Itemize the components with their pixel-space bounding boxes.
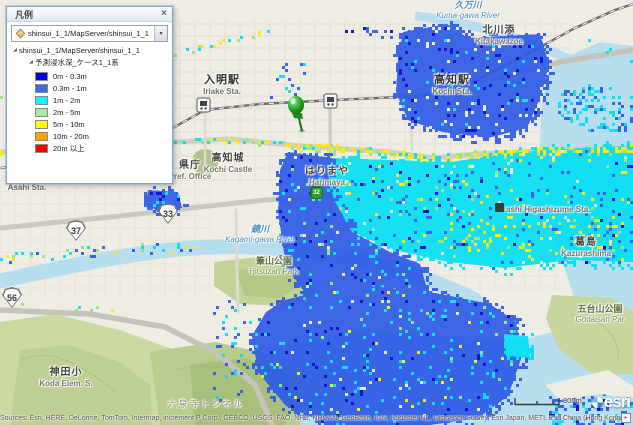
- legend-label: 0.3m - 1m: [53, 84, 87, 93]
- legend-swatch: [35, 84, 48, 93]
- legend-panel: 凡例 × shinsui_1_1/MapServer/shinsui_1_1 ▾…: [6, 6, 173, 184]
- attribution-text: Sources: Esri, HERE, DeLorme, TomTom, In…: [0, 415, 620, 425]
- legend-swatch: [35, 144, 48, 153]
- tree-expander-icon[interactable]: ◢: [27, 59, 35, 65]
- tree-sublayer-label: 予測浸水深_ケース1_1系: [35, 57, 119, 68]
- legend-label: 2m - 5m: [53, 108, 81, 117]
- legend-titlebar: 凡例 ×: [7, 7, 172, 22]
- legend-tree-sublayer: ◢ 予測浸水深_ケース1_1系: [7, 56, 172, 68]
- legend-tree-root: ◢ shinsui_1_1/MapServer/shinsui_1_1: [7, 44, 172, 56]
- legend-swatch: [35, 72, 48, 81]
- layer-selector-value: shinsui_1_1/MapServer/shinsui_1_1: [28, 29, 154, 38]
- legend-item: 10m - 20m: [35, 130, 172, 142]
- legend-item: 0.3m - 1m: [35, 82, 172, 94]
- station-icon-iriake: [197, 98, 210, 112]
- esri-logo: esri: [592, 392, 630, 412]
- legend-title: 凡例: [15, 8, 33, 21]
- legend-swatch: [35, 132, 48, 141]
- layer-selector[interactable]: shinsui_1_1/MapServer/shinsui_1_1 ▾: [11, 25, 168, 42]
- scale-label: 800m: [563, 396, 582, 405]
- chevron-down-icon[interactable]: ▾: [154, 26, 167, 41]
- legend-item: 5m - 10m: [35, 118, 172, 130]
- tree-expander-icon[interactable]: ◢: [11, 47, 19, 53]
- tree-root-label: shinsui_1_1/MapServer/shinsui_1_1: [19, 46, 140, 55]
- esri-globe-icon: [592, 397, 603, 408]
- scale-bar: 800m: [514, 396, 582, 406]
- legend-label: 5m - 10m: [53, 120, 85, 129]
- legend-item-list: 0m - 0.3m 0.3m - 1m 1m - 2m 2m - 5m 5m - 10m…: [7, 68, 172, 154]
- legend-item: 20m 以上: [35, 142, 172, 154]
- legend-label: 20m 以上: [53, 143, 85, 154]
- map-canvas[interactable]: 入明駅Iriake Sta.高知駅Kochi Sta.久万川Kuma-gawa …: [0, 0, 633, 425]
- layers-icon: [12, 30, 28, 37]
- station-icon-kochi: [324, 94, 337, 108]
- legend-label: 1m - 2m: [53, 96, 81, 105]
- legend-label: 0m - 0.3m: [53, 72, 87, 81]
- close-icon[interactable]: ×: [161, 9, 167, 19]
- legend-swatch: [35, 96, 48, 105]
- legend-swatch: [35, 120, 48, 129]
- legend-item: 0m - 0.3m: [35, 70, 172, 82]
- legend-item: 1m - 2m: [35, 94, 172, 106]
- legend-label: 10m - 20m: [53, 132, 89, 141]
- legend-swatch: [35, 108, 48, 117]
- attribution-expand-button[interactable]: ▸: [621, 413, 631, 423]
- legend-item: 2m - 5m: [35, 106, 172, 118]
- tram-stop-icon: [495, 203, 504, 212]
